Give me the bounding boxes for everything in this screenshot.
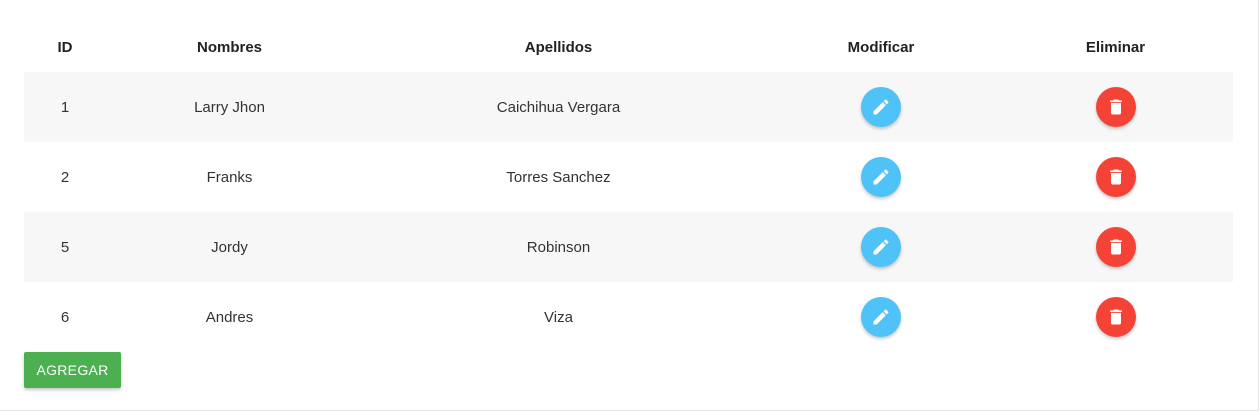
header-id: ID <box>57 38 73 56</box>
cell-nombres: Andres <box>205 308 254 326</box>
cell-eliminar <box>998 282 1233 352</box>
header-modificar: Modificar <box>847 38 915 56</box>
cell-eliminar <box>998 72 1233 142</box>
trash-icon <box>1106 97 1126 117</box>
add-button[interactable]: AGREGAR <box>24 352 121 388</box>
edit-button[interactable] <box>861 157 901 197</box>
cell-apellidos: Caichihua Vergara <box>496 98 621 116</box>
table-row: 5 Jordy Robinson <box>24 212 1233 282</box>
cell-eliminar <box>998 142 1233 212</box>
cell-id: 2 <box>60 168 70 186</box>
cell-apellidos: Torres Sanchez <box>506 168 611 186</box>
table-body: 1 Larry Jhon Caichihua Vergara 2 Franks … <box>24 72 1233 352</box>
pencil-icon <box>871 97 891 117</box>
edit-button[interactable] <box>861 87 901 127</box>
pencil-icon <box>871 167 891 187</box>
cell-nombres: Jordy <box>211 238 248 256</box>
trash-icon <box>1106 167 1126 187</box>
cell-eliminar <box>998 212 1233 282</box>
pencil-icon <box>871 237 891 257</box>
cell-modificar <box>764 282 998 352</box>
cell-apellidos: Robinson <box>526 238 591 256</box>
edit-button[interactable] <box>861 297 901 337</box>
header-nombres: Nombres <box>196 38 263 56</box>
cell-nombres: Larry Jhon <box>194 98 265 116</box>
edit-button[interactable] <box>861 227 901 267</box>
delete-button[interactable] <box>1095 87 1136 127</box>
cell-id: 1 <box>60 98 70 116</box>
table-header: ID Nombres Apellidos Modificar Eliminar <box>24 22 1233 72</box>
delete-button[interactable] <box>1095 227 1136 267</box>
delete-button[interactable] <box>1095 157 1136 197</box>
cell-id: 5 <box>60 238 70 256</box>
trash-icon <box>1106 307 1126 327</box>
header-eliminar: Eliminar <box>1085 38 1146 56</box>
users-table: ID Nombres Apellidos Modificar Eliminar … <box>24 22 1233 352</box>
header-apellidos: Apellidos <box>524 38 593 56</box>
pencil-icon <box>871 307 891 327</box>
delete-button[interactable] <box>1095 297 1136 337</box>
trash-icon <box>1106 237 1126 257</box>
cell-nombres: Franks <box>206 168 253 186</box>
table-row: 1 Larry Jhon Caichihua Vergara <box>24 72 1233 142</box>
cell-modificar <box>764 72 998 142</box>
cell-id: 6 <box>60 308 70 326</box>
table-row: 2 Franks Torres Sanchez <box>24 142 1233 212</box>
cell-modificar <box>764 212 998 282</box>
header-row: ID Nombres Apellidos Modificar Eliminar <box>24 22 1233 72</box>
cell-modificar <box>764 142 998 212</box>
cell-apellidos: Viza <box>544 308 573 326</box>
table-row: 6 Andres Viza <box>24 282 1233 352</box>
